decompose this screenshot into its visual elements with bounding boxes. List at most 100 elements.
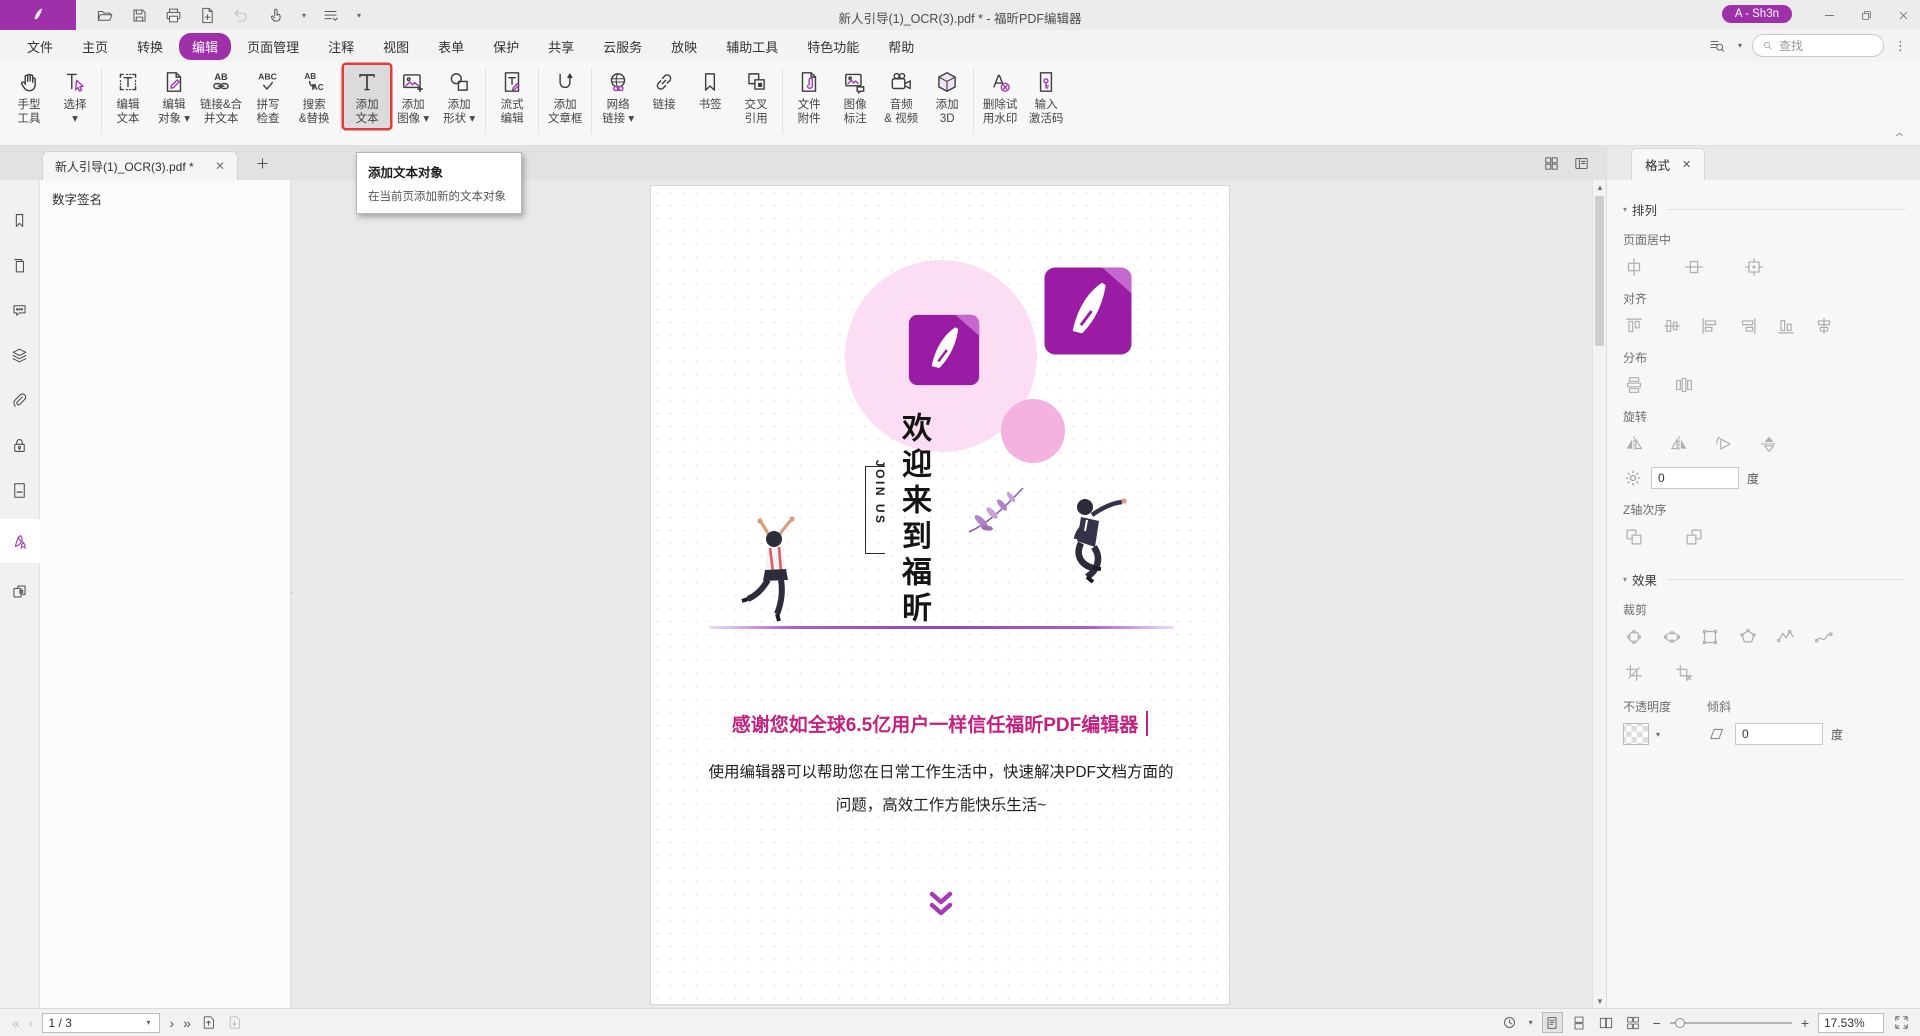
attachments-panel-button[interactable] (0, 384, 40, 417)
menu-tab-云服务[interactable]: 云服务 (590, 33, 655, 60)
view-continuous-button[interactable] (1569, 1012, 1590, 1033)
pdf-page[interactable]: JOIN US 欢迎来到福昕 (650, 185, 1230, 1005)
undo-button[interactable] (232, 6, 251, 25)
align-middle-button[interactable] (1661, 315, 1683, 337)
ribbon-add-3d-button[interactable]: 添加3D (924, 65, 970, 128)
crop-circle-button[interactable] (1623, 626, 1645, 648)
document-tab[interactable]: 新人引导(1)_OCR(3).pdf * ✕ (42, 151, 238, 180)
ribbon-spell-check-button[interactable]: ABC拼写检查 (245, 65, 291, 128)
menu-tab-注释[interactable]: 注释 (315, 33, 367, 60)
ribbon-search-replace-button[interactable]: ABAC搜索&替换 (291, 65, 337, 128)
menu-tab-文件[interactable]: 文件 (14, 33, 66, 60)
zoom-slider-knob[interactable] (1675, 1018, 1685, 1028)
align-center-button[interactable] (1813, 315, 1835, 337)
tab-grid-button[interactable] (1543, 155, 1560, 172)
send-to-back-button[interactable] (1683, 526, 1705, 548)
linked-files-panel-button[interactable] (0, 575, 40, 608)
chevron-down-icon[interactable]: ▾ (1738, 41, 1742, 50)
crop-ellipse-button[interactable] (1661, 626, 1683, 648)
signature-panel-button[interactable] (0, 519, 40, 563)
search-input[interactable] (1779, 39, 1869, 53)
destinations-panel-button[interactable] (0, 474, 40, 507)
effects-section-header[interactable]: ▾效果 (1623, 570, 1920, 589)
flip-vertical-button[interactable] (1758, 433, 1780, 455)
menu-tab-特色功能[interactable]: 特色功能 (794, 33, 872, 60)
print-button[interactable] (164, 6, 183, 25)
crop-rectangle-button[interactable] (1699, 626, 1721, 648)
flip-left-button[interactable] (1623, 433, 1645, 455)
ribbon-remove-trial-watermark-button[interactable]: 删除试用水印 (977, 65, 1023, 128)
folder-open-button[interactable] (96, 6, 115, 25)
last-page-button[interactable]: » (183, 1016, 191, 1030)
rotate-view-button[interactable] (1501, 1014, 1518, 1031)
comments-panel-button[interactable] (0, 294, 40, 327)
new-tab-icon[interactable] (254, 155, 271, 172)
arrange-section-header[interactable]: ▾排列 (1623, 200, 1920, 219)
opacity-swatch[interactable] (1623, 723, 1649, 745)
flip-right-button[interactable] (1668, 433, 1690, 455)
crop-remove-button[interactable] (1673, 662, 1695, 684)
format-tab[interactable]: 格式 ✕ (1631, 148, 1705, 180)
zoom-level-input[interactable] (1819, 1014, 1883, 1032)
zoom-slider[interactable] (1670, 1016, 1792, 1030)
ribbon-reflow-edit-button[interactable]: 流式编辑 (489, 65, 535, 128)
crop-polygon-button[interactable] (1737, 626, 1759, 648)
menu-tab-共享[interactable]: 共享 (535, 33, 587, 60)
menu-tab-转换[interactable]: 转换 (124, 33, 176, 60)
scrollbar-thumb[interactable] (1595, 196, 1604, 346)
pages-panel-button[interactable] (0, 249, 40, 282)
new-doc-button[interactable] (198, 6, 217, 25)
align-right-button[interactable] (1737, 315, 1759, 337)
ribbon-link-button[interactable]: 链接 (641, 65, 687, 128)
ribbon-add-article-box-button[interactable]: 添加文章框 (542, 65, 588, 128)
align-top-button[interactable] (1623, 315, 1645, 337)
page-number-input[interactable] (48, 1016, 140, 1030)
center-both-button[interactable] (1743, 256, 1765, 278)
ribbon-add-image-button[interactable]: 添加图像 ▾ (390, 65, 436, 128)
menu-tab-表单[interactable]: 表单 (425, 33, 477, 60)
view-facing-continuous-button[interactable] (1623, 1012, 1644, 1033)
previous-view-button[interactable] (200, 1014, 217, 1031)
ribbon-enter-activation-code-button[interactable]: 输入激活码 (1023, 65, 1069, 128)
user-account-badge[interactable]: A - Sh3n (1722, 5, 1792, 23)
tab-close-icon[interactable]: ✕ (215, 159, 225, 173)
touch-mode-button[interactable] (266, 6, 285, 25)
skew-input[interactable] (1735, 723, 1823, 745)
menu-tab-保护[interactable]: 保护 (480, 33, 532, 60)
layers-panel-button[interactable] (0, 339, 40, 372)
crop-apply-button[interactable] (1623, 662, 1645, 684)
bookmark-panel-button[interactable] (0, 204, 40, 237)
minimize-button[interactable] (1823, 9, 1836, 22)
menu-tab-编辑[interactable]: 编辑 (179, 33, 231, 60)
rotate-shape-button[interactable] (1713, 433, 1735, 455)
format-tab-close-icon[interactable]: ✕ (1682, 158, 1691, 171)
menu-tab-主页[interactable]: 主页 (69, 33, 121, 60)
scroll-up-icon[interactable]: ▲ (1593, 180, 1607, 194)
align-bottom-button[interactable] (1775, 315, 1797, 337)
more-options-icon[interactable]: ⋮ (1894, 38, 1908, 54)
read-mode-button[interactable] (1573, 155, 1590, 172)
find-options-icon[interactable] (1708, 37, 1726, 55)
ribbon-add-text-button[interactable]: 添加文本 (344, 65, 390, 128)
ribbon-image-annotation-button[interactable]: 图像标注 (832, 65, 878, 128)
next-page-button[interactable]: › (169, 1016, 174, 1030)
ribbon-bookmark-button[interactable]: 书签 (687, 65, 733, 128)
view-single-button[interactable] (1542, 1012, 1563, 1033)
crop-curve-button[interactable] (1813, 626, 1835, 648)
save-button[interactable] (130, 6, 149, 25)
menu-tab-辅助工具[interactable]: 辅助工具 (713, 33, 791, 60)
bring-to-front-button[interactable] (1623, 526, 1645, 548)
chevron-down-icon[interactable]: ▾ (1656, 730, 1660, 739)
fullscreen-button[interactable] (1893, 1014, 1910, 1031)
view-facing-button[interactable] (1596, 1012, 1617, 1033)
crop-zigzag-button[interactable] (1775, 626, 1797, 648)
next-view-button[interactable] (226, 1014, 243, 1031)
align-left-button[interactable] (1699, 315, 1721, 337)
distribute-horizontal-button[interactable] (1673, 374, 1695, 396)
first-page-button[interactable]: « (12, 1016, 20, 1030)
ribbon-add-shape-button[interactable]: 添加形状 ▾ (436, 65, 482, 128)
customize-toolbar-button[interactable] (321, 6, 340, 25)
collapse-ribbon-icon[interactable] (1893, 128, 1906, 141)
ribbon-file-attachment-button[interactable]: 文件附件 (786, 65, 832, 128)
ribbon-cross-reference-button[interactable]: 交叉引用 (733, 65, 779, 128)
